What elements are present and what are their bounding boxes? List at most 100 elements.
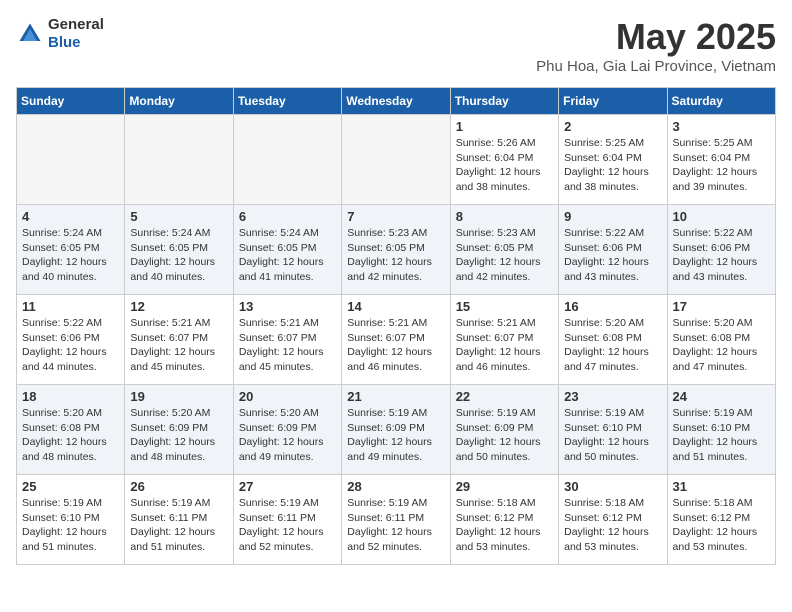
day-info: Sunrise: 5:24 AMSunset: 6:05 PMDaylight:… (22, 226, 119, 285)
weekday-header-monday: Monday (125, 88, 233, 115)
day-number: 17 (673, 299, 770, 314)
day-info: Sunrise: 5:21 AMSunset: 6:07 PMDaylight:… (456, 316, 553, 375)
calendar-day-cell (342, 115, 450, 205)
weekday-header-saturday: Saturday (667, 88, 775, 115)
day-info: Sunrise: 5:25 AMSunset: 6:04 PMDaylight:… (564, 136, 661, 195)
logo-icon (16, 20, 44, 48)
logo-text-blue: Blue (48, 34, 81, 51)
calendar-day-cell: 2 Sunrise: 5:25 AMSunset: 6:04 PMDaylight… (559, 115, 667, 205)
day-number: 31 (673, 479, 770, 494)
day-number: 18 (22, 389, 119, 404)
day-number: 24 (673, 389, 770, 404)
day-info: Sunrise: 5:19 AMSunset: 6:10 PMDaylight:… (564, 406, 661, 465)
day-info: Sunrise: 5:22 AMSunset: 6:06 PMDaylight:… (564, 226, 661, 285)
calendar-day-cell: 27Sunrise: 5:19 AMSunset: 6:11 PMDayligh… (233, 475, 341, 565)
subtitle: Phu Hoa, Gia Lai Province, Vietnam (536, 58, 776, 75)
calendar-day-cell: 1 Sunrise: 5:26 AMSunset: 6:04 PMDaylight… (450, 115, 558, 205)
day-number: 23 (564, 389, 661, 404)
day-info: Sunrise: 5:20 AMSunset: 6:08 PMDaylight:… (673, 316, 770, 375)
calendar-day-cell: 3Sunrise: 5:25 AMSunset: 6:04 PMDaylight… (667, 115, 775, 205)
calendar-day-cell: 29 Sunrise: 5:18 AMSunset: 6:12 PMDayligh… (450, 475, 558, 565)
calendar-week-row: 18Sunrise: 5:20 AMSunset: 6:08 PMDayligh… (17, 385, 776, 475)
calendar-day-cell: 17 Sunrise: 5:20 AMSunset: 6:08 PMDayligh… (667, 295, 775, 385)
day-number: 5 (130, 209, 227, 224)
calendar-day-cell: 14 Sunrise: 5:21 AMSunset: 6:07 PMDayligh… (342, 295, 450, 385)
day-number: 21 (347, 389, 444, 404)
weekday-header-friday: Friday (559, 88, 667, 115)
calendar-day-cell: 18Sunrise: 5:20 AMSunset: 6:08 PMDayligh… (17, 385, 125, 475)
weekday-header-row: SundayMondayTuesdayWednesdayThursdayFrid… (17, 88, 776, 115)
day-number: 13 (239, 299, 336, 314)
day-number: 10 (673, 209, 770, 224)
day-info: Sunrise: 5:18 AMSunset: 6:12 PMDaylight:… (673, 496, 770, 555)
calendar-day-cell: 7Sunrise: 5:23 AMSunset: 6:05 PMDaylight… (342, 205, 450, 295)
main-title: May 2025 (536, 16, 776, 58)
weekday-header-tuesday: Tuesday (233, 88, 341, 115)
calendar-day-cell: 11Sunrise: 5:22 AMSunset: 6:06 PMDayligh… (17, 295, 125, 385)
day-number: 25 (22, 479, 119, 494)
calendar-day-cell: 19 Sunrise: 5:20 AMSunset: 6:09 PMDayligh… (125, 385, 233, 475)
calendar-day-cell: 8Sunrise: 5:23 AMSunset: 6:05 PMDaylight… (450, 205, 558, 295)
day-info: Sunrise: 5:19 AMSunset: 6:11 PMDaylight:… (130, 496, 227, 555)
day-info: Sunrise: 5:22 AMSunset: 6:06 PMDaylight:… (673, 226, 770, 285)
day-info: Sunrise: 5:19 AMSunset: 6:11 PMDaylight:… (347, 496, 444, 555)
day-number: 14 (347, 299, 444, 314)
day-number: 30 (564, 479, 661, 494)
calendar-day-cell: 12 Sunrise: 5:21 AMSunset: 6:07 PMDayligh… (125, 295, 233, 385)
day-info: Sunrise: 5:19 AMSunset: 6:09 PMDaylight:… (456, 406, 553, 465)
weekday-header-sunday: Sunday (17, 88, 125, 115)
day-number: 1 (456, 119, 553, 134)
calendar-day-cell: 22 Sunrise: 5:19 AMSunset: 6:09 PMDayligh… (450, 385, 558, 475)
calendar-day-cell: 31 Sunrise: 5:18 AMSunset: 6:12 PMDayligh… (667, 475, 775, 565)
day-number: 3 (673, 119, 770, 134)
weekday-header-wednesday: Wednesday (342, 88, 450, 115)
day-number: 15 (456, 299, 553, 314)
day-number: 28 (347, 479, 444, 494)
day-info: Sunrise: 5:19 AMSunset: 6:10 PMDaylight:… (22, 496, 119, 555)
day-number: 12 (130, 299, 227, 314)
calendar-day-cell: 21Sunrise: 5:19 AMSunset: 6:09 PMDayligh… (342, 385, 450, 475)
calendar-day-cell: 30 Sunrise: 5:18 AMSunset: 6:12 PMDayligh… (559, 475, 667, 565)
calendar-day-cell: 9Sunrise: 5:22 AMSunset: 6:06 PMDaylight… (559, 205, 667, 295)
calendar-day-cell: 15 Sunrise: 5:21 AMSunset: 6:07 PMDayligh… (450, 295, 558, 385)
day-info: Sunrise: 5:21 AMSunset: 6:07 PMDaylight:… (347, 316, 444, 375)
day-number: 6 (239, 209, 336, 224)
calendar-week-row: 11Sunrise: 5:22 AMSunset: 6:06 PMDayligh… (17, 295, 776, 385)
day-info: Sunrise: 5:21 AMSunset: 6:07 PMDaylight:… (130, 316, 227, 375)
day-info: Sunrise: 5:23 AMSunset: 6:05 PMDaylight:… (456, 226, 553, 285)
calendar-day-cell: 6Sunrise: 5:24 AMSunset: 6:05 PMDaylight… (233, 205, 341, 295)
calendar-day-cell: 23 Sunrise: 5:19 AMSunset: 6:10 PMDayligh… (559, 385, 667, 475)
day-number: 4 (22, 209, 119, 224)
day-info: Sunrise: 5:20 AMSunset: 6:09 PMDaylight:… (239, 406, 336, 465)
day-info: Sunrise: 5:20 AMSunset: 6:09 PMDaylight:… (130, 406, 227, 465)
calendar-day-cell: 26 Sunrise: 5:19 AMSunset: 6:11 PMDayligh… (125, 475, 233, 565)
calendar-day-cell (17, 115, 125, 205)
day-number: 22 (456, 389, 553, 404)
page-header: General Blue May 2025 Phu Hoa, Gia Lai P… (16, 16, 776, 75)
day-info: Sunrise: 5:18 AMSunset: 6:12 PMDaylight:… (456, 496, 553, 555)
calendar-day-cell: 5 Sunrise: 5:24 AMSunset: 6:05 PMDaylight… (125, 205, 233, 295)
calendar-table: SundayMondayTuesdayWednesdayThursdayFrid… (16, 87, 776, 565)
day-number: 29 (456, 479, 553, 494)
day-number: 20 (239, 389, 336, 404)
calendar-day-cell: 20 Sunrise: 5:20 AMSunset: 6:09 PMDayligh… (233, 385, 341, 475)
calendar-day-cell: 4 Sunrise: 5:24 AMSunset: 6:05 PMDaylight… (17, 205, 125, 295)
day-info: Sunrise: 5:19 AMSunset: 6:11 PMDaylight:… (239, 496, 336, 555)
day-number: 19 (130, 389, 227, 404)
calendar-day-cell: 13 Sunrise: 5:21 AMSunset: 6:07 PMDayligh… (233, 295, 341, 385)
calendar-day-cell (233, 115, 341, 205)
day-info: Sunrise: 5:23 AMSunset: 6:05 PMDaylight:… (347, 226, 444, 285)
day-number: 16 (564, 299, 661, 314)
day-info: Sunrise: 5:26 AMSunset: 6:04 PMDaylight:… (456, 136, 553, 195)
day-info: Sunrise: 5:20 AMSunset: 6:08 PMDaylight:… (564, 316, 661, 375)
day-number: 26 (130, 479, 227, 494)
calendar-day-cell: 16 Sunrise: 5:20 AMSunset: 6:08 PMDayligh… (559, 295, 667, 385)
day-info: Sunrise: 5:19 AMSunset: 6:10 PMDaylight:… (673, 406, 770, 465)
day-info: Sunrise: 5:18 AMSunset: 6:12 PMDaylight:… (564, 496, 661, 555)
logo: General Blue (16, 16, 104, 52)
day-number: 11 (22, 299, 119, 314)
day-number: 2 (564, 119, 661, 134)
calendar-day-cell: 28 Sunrise: 5:19 AMSunset: 6:11 PMDayligh… (342, 475, 450, 565)
day-info: Sunrise: 5:21 AMSunset: 6:07 PMDaylight:… (239, 316, 336, 375)
day-info: Sunrise: 5:24 AMSunset: 6:05 PMDaylight:… (130, 226, 227, 285)
